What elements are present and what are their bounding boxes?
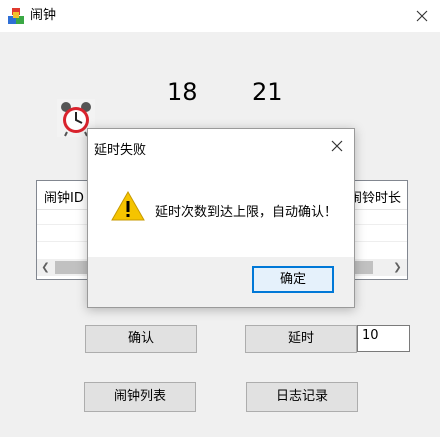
ok-button[interactable]: 确定 bbox=[252, 266, 334, 293]
window-close-icon[interactable] bbox=[410, 4, 434, 28]
clock-hour: 18 bbox=[167, 78, 198, 106]
dialog-close-icon[interactable] bbox=[326, 135, 348, 157]
dialog-message: 延时次数到达上限，自动确认！ bbox=[155, 205, 338, 220]
dialog-title: 延时失败 bbox=[94, 143, 147, 158]
delay-input[interactable]: 10 bbox=[357, 325, 410, 352]
scroll-right-icon[interactable]: ❯ bbox=[389, 259, 406, 276]
app-icon bbox=[8, 8, 24, 24]
column-ring-duration[interactable]: 闹铃时长 bbox=[349, 187, 401, 206]
clock-minute: 21 bbox=[252, 78, 283, 106]
title-bar: 闹钟 bbox=[0, 0, 440, 32]
message-dialog: 延时失败 延时次数到达上限，自动确认！ 确定 bbox=[87, 128, 355, 308]
warning-icon bbox=[111, 191, 145, 221]
scroll-left-icon[interactable]: ❮ bbox=[37, 259, 54, 276]
window-title: 闹钟 bbox=[30, 8, 57, 23]
confirm-button[interactable]: 确认 bbox=[85, 325, 197, 353]
column-alarm-id[interactable]: 闹钟ID bbox=[44, 187, 84, 206]
log-button[interactable]: 日志记录 bbox=[246, 382, 358, 412]
dialog-footer: 确定 bbox=[88, 257, 354, 307]
delay-button[interactable]: 延时 bbox=[245, 325, 357, 353]
alarm-list-button[interactable]: 闹钟列表 bbox=[84, 382, 196, 412]
